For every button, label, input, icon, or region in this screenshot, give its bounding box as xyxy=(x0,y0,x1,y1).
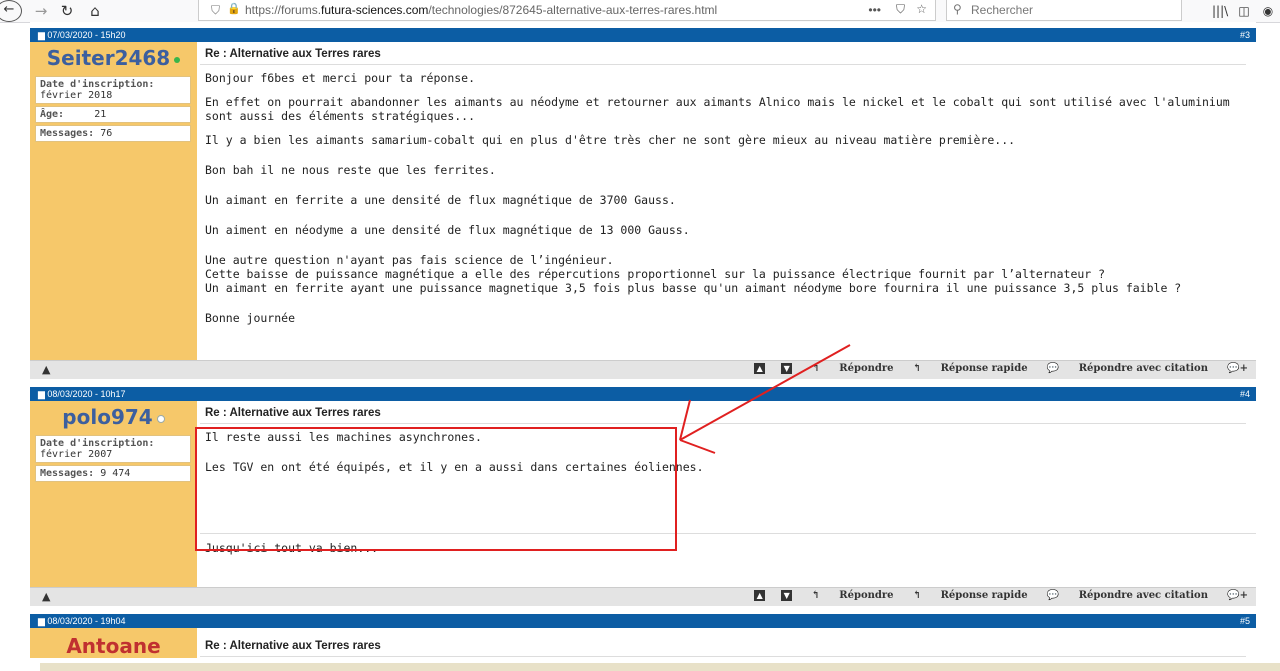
taskbar-strip xyxy=(40,663,1280,671)
arrow-head-left xyxy=(679,399,691,441)
annotation-arrow xyxy=(679,344,851,454)
arrow-shaft xyxy=(679,344,851,441)
arrow-head-right xyxy=(679,439,716,454)
